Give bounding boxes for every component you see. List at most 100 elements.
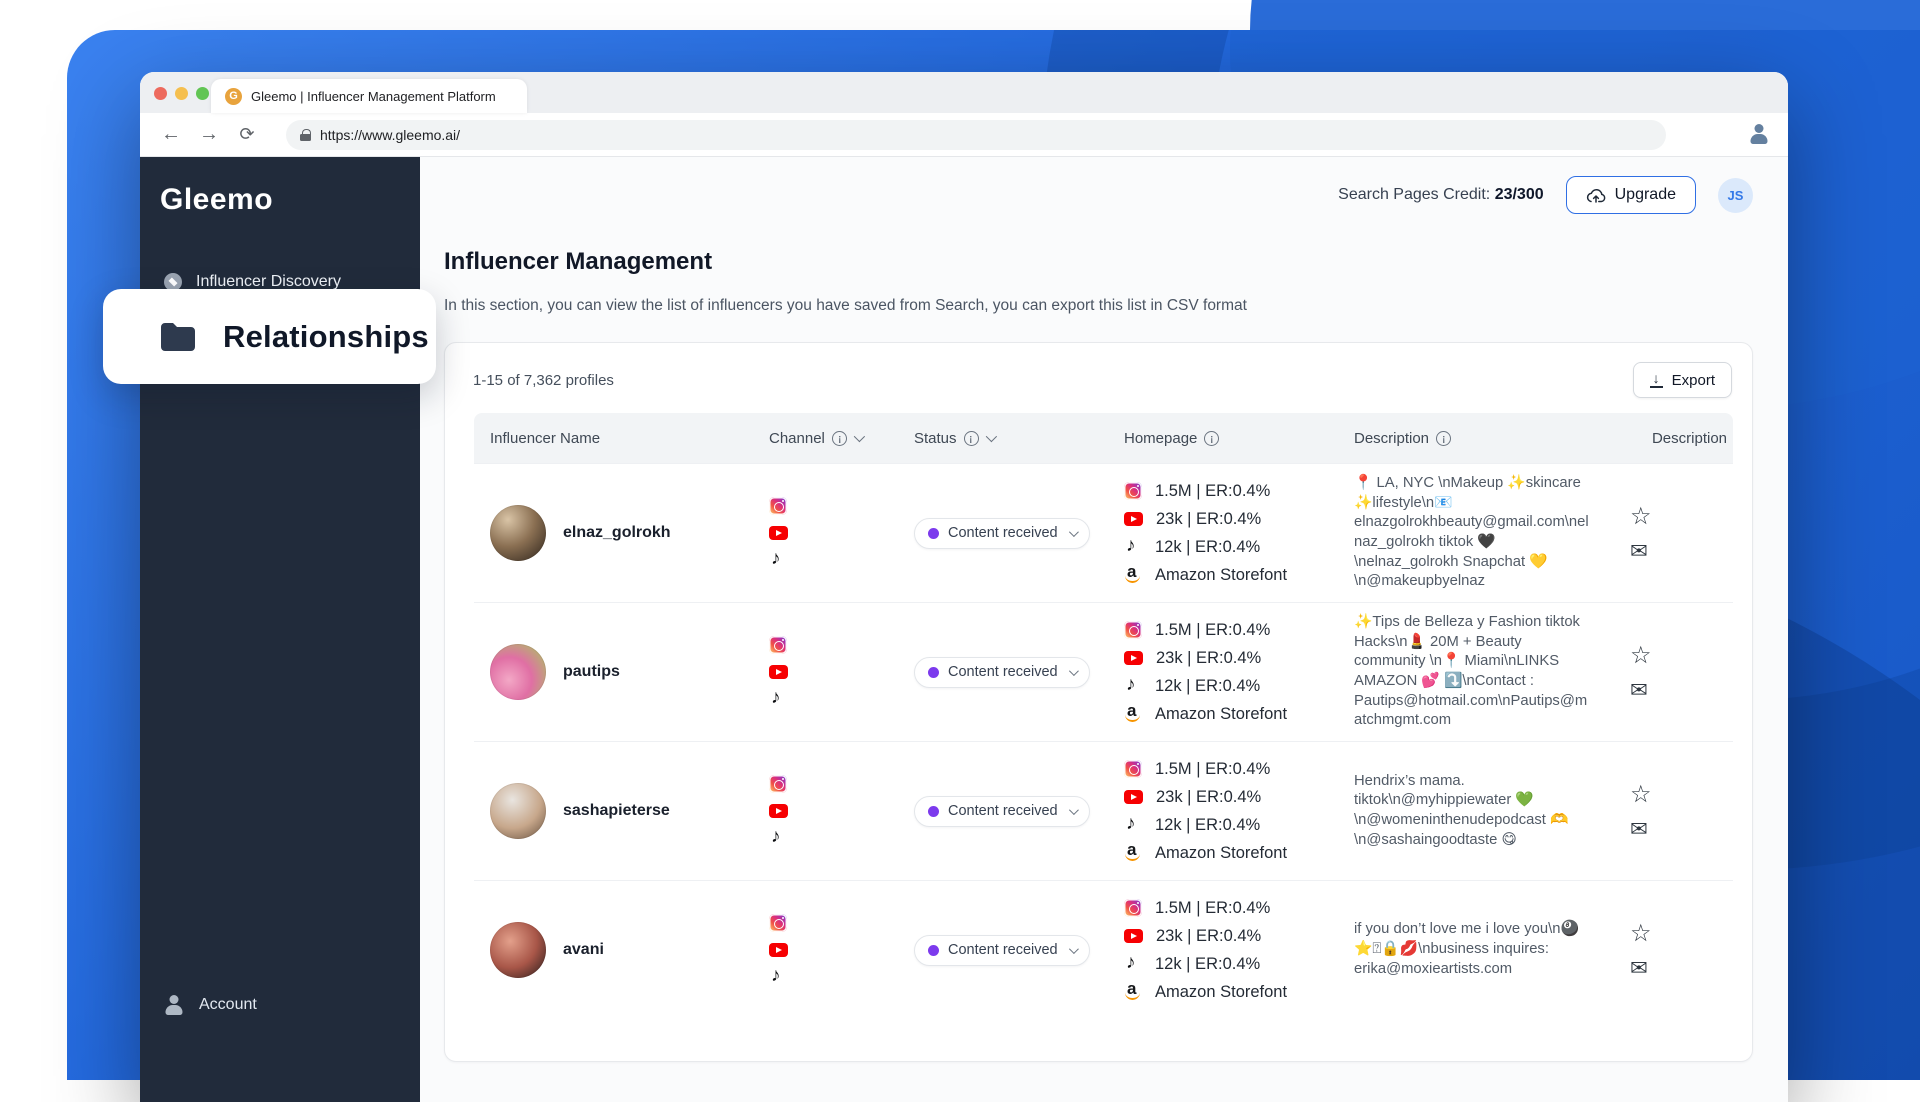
homepage-tiktok[interactable]: 12k | ER:0.4%: [1124, 536, 1354, 559]
mail-icon[interactable]: [1630, 819, 1648, 840]
minimize-window-button[interactable]: [175, 87, 188, 100]
chevron-down-icon: [1069, 527, 1079, 537]
amazon-icon: [1124, 566, 1142, 584]
channel-cell: [769, 775, 914, 847]
sidebar-item-relationships[interactable]: Relationships: [103, 289, 436, 384]
results-summary: 1-15 of 7,362 profiles: [473, 372, 614, 389]
influencer-name: sashapieterse: [563, 802, 670, 820]
tiktok-icon[interactable]: [769, 968, 787, 986]
mail-icon[interactable]: [1630, 958, 1648, 979]
page-subtitle: In this section, you can view the list o…: [444, 297, 1753, 315]
sidebar-item-label: Account: [199, 996, 257, 1014]
status-dropdown[interactable]: Content received: [914, 657, 1090, 688]
tiktok-icon[interactable]: [769, 551, 787, 569]
tiktok-icon: [1124, 538, 1142, 556]
homepage-amazon[interactable]: Amazon Storefont: [1124, 703, 1354, 726]
homepage-instagram[interactable]: 1.5M | ER:0.4%: [1124, 758, 1354, 781]
instagram-icon: [1124, 482, 1142, 500]
instagram-icon[interactable]: [769, 636, 787, 654]
homepage-youtube[interactable]: 23k | ER:0.4%: [1124, 508, 1354, 531]
homepage-amazon[interactable]: Amazon Storefont: [1124, 981, 1354, 1004]
homepage-youtube[interactable]: 23k | ER:0.4%: [1124, 786, 1354, 809]
browser-tab[interactable]: G Gleemo | Influencer Management Platfor…: [211, 79, 527, 113]
tiktok-icon[interactable]: [769, 829, 787, 847]
influencer-avatar: [490, 505, 546, 561]
youtube-icon[interactable]: [769, 804, 788, 818]
tiktok-icon[interactable]: [769, 690, 787, 708]
account-icon: [164, 995, 184, 1015]
tab-title: Gleemo | Influencer Management Platform: [251, 89, 496, 104]
amazon-icon: [1124, 844, 1142, 862]
forward-button[interactable]: [194, 120, 224, 150]
search-pages-credit: Search Pages Credit: 23/300: [1338, 186, 1543, 204]
homepage-instagram[interactable]: 1.5M | ER:0.4%: [1124, 897, 1354, 920]
star-icon[interactable]: [1630, 644, 1652, 668]
table-row: sashapieterse Content received: [474, 741, 1733, 880]
info-icon[interactable]: [964, 431, 979, 446]
status-dot: [928, 528, 939, 539]
influencer-table: Influencer Name Channel Status Homepage …: [474, 413, 1733, 1019]
star-icon[interactable]: [1630, 783, 1652, 807]
info-icon[interactable]: [1204, 431, 1219, 446]
credit-value: 23/300: [1495, 186, 1544, 203]
homepage-instagram[interactable]: 1.5M | ER:0.4%: [1124, 619, 1354, 642]
homepage-cell: 1.5M | ER:0.4% 23k | ER:0.4% 12k | ER:0.…: [1124, 897, 1354, 1004]
homepage-youtube[interactable]: 23k | ER:0.4%: [1124, 925, 1354, 948]
star-icon[interactable]: [1630, 922, 1652, 946]
homepage-tiktok[interactable]: 12k | ER:0.4%: [1124, 675, 1354, 698]
maximize-window-button[interactable]: [196, 87, 209, 100]
star-icon[interactable]: [1630, 505, 1652, 529]
influencer-cell[interactable]: elnaz_golrokh: [490, 505, 769, 561]
status-dot: [928, 667, 939, 678]
influencer-cell[interactable]: avani: [490, 922, 769, 978]
status-dropdown[interactable]: Content received: [914, 935, 1090, 966]
homepage-youtube[interactable]: 23k | ER:0.4%: [1124, 647, 1354, 670]
url-bar[interactable]: https://www.gleemo.ai/: [286, 120, 1666, 150]
homepage-tiktok[interactable]: 12k | ER:0.4%: [1124, 814, 1354, 837]
status-dropdown[interactable]: Content received: [914, 796, 1090, 827]
column-header-description[interactable]: Description: [1354, 430, 1609, 447]
influencer-name: avani: [563, 941, 604, 959]
youtube-icon[interactable]: [769, 665, 788, 679]
influencer-cell[interactable]: sashapieterse: [490, 783, 769, 839]
column-header-description-2: Description: [1609, 430, 1733, 447]
sidebar-item-account[interactable]: Account: [164, 995, 257, 1015]
user-icon: [1746, 124, 1772, 146]
main-content: Search Pages Credit: 23/300 Upgrade JS I…: [420, 157, 1788, 1102]
reload-button[interactable]: [232, 120, 262, 150]
youtube-icon[interactable]: [769, 943, 788, 957]
user-avatar[interactable]: JS: [1718, 178, 1753, 213]
close-window-button[interactable]: [154, 87, 167, 100]
info-icon[interactable]: [832, 431, 847, 446]
description-cell: ✨Tips de Belleza y Fashion tiktok Hacks\…: [1354, 613, 1609, 731]
instagram-icon[interactable]: [769, 775, 787, 793]
channel-cell: [769, 914, 914, 986]
column-header-channel[interactable]: Channel: [769, 430, 914, 447]
browser-profile-button[interactable]: [1746, 122, 1772, 148]
info-icon[interactable]: [1436, 431, 1451, 446]
homepage-instagram[interactable]: 1.5M | ER:0.4%: [1124, 480, 1354, 503]
homepage-amazon[interactable]: Amazon Storefont: [1124, 564, 1354, 587]
status-dropdown[interactable]: Content received: [914, 518, 1090, 549]
chevron-down-icon[interactable]: [985, 431, 996, 442]
mail-icon[interactable]: [1630, 541, 1648, 562]
back-button[interactable]: [156, 120, 186, 150]
youtube-icon[interactable]: [769, 526, 788, 540]
upgrade-button[interactable]: Upgrade: [1566, 176, 1696, 214]
instagram-icon[interactable]: [769, 914, 787, 932]
actions-cell: [1609, 505, 1733, 562]
homepage-amazon[interactable]: Amazon Storefont: [1124, 842, 1354, 865]
instagram-icon[interactable]: [769, 497, 787, 515]
homepage-tiktok[interactable]: 12k | ER:0.4%: [1124, 953, 1354, 976]
export-button[interactable]: Export: [1633, 362, 1732, 398]
column-header-homepage[interactable]: Homepage: [1124, 430, 1354, 447]
mail-icon[interactable]: [1630, 680, 1648, 701]
influencer-cell[interactable]: pautips: [490, 644, 769, 700]
chevron-down-icon[interactable]: [854, 431, 865, 442]
table-row: pautips Content received: [474, 602, 1733, 741]
column-header-status[interactable]: Status: [914, 430, 1124, 447]
column-header-influencer-name[interactable]: Influencer Name: [490, 430, 769, 447]
table-row: avani Content received: [474, 880, 1733, 1019]
browser-window: G Gleemo | Influencer Management Platfor…: [140, 72, 1788, 1102]
window-controls: [154, 87, 209, 100]
